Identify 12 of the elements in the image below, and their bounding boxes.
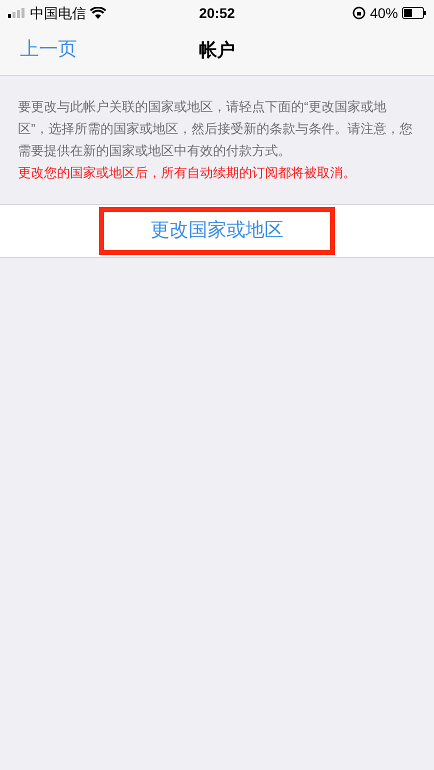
- page-title: 帐户: [199, 39, 235, 62]
- info-text: 要更改与此帐户关联的国家或地区，请轻点下面的“更改国家或地区”，选择所需的国家或地区，然后接受新的条款与条件。请注意，您需要提供在新的国家或地区中有效的付款方式。: [18, 98, 414, 160]
- wifi-icon: [90, 7, 106, 19]
- clock: 20:52: [198, 4, 236, 22]
- rotation-lock-icon: [352, 6, 366, 20]
- carrier-name: 中国电信: [30, 4, 86, 22]
- signal-icon: [8, 8, 26, 18]
- battery-icon: [402, 7, 426, 19]
- battery-percent: 40%: [370, 4, 398, 22]
- back-button[interactable]: 上一页: [20, 36, 77, 65]
- warning-text: 更改您的国家或地区后，所有自动续期的订阅都将被取消。: [18, 164, 357, 182]
- change-region-button[interactable]: 更改国家或地区: [99, 207, 335, 255]
